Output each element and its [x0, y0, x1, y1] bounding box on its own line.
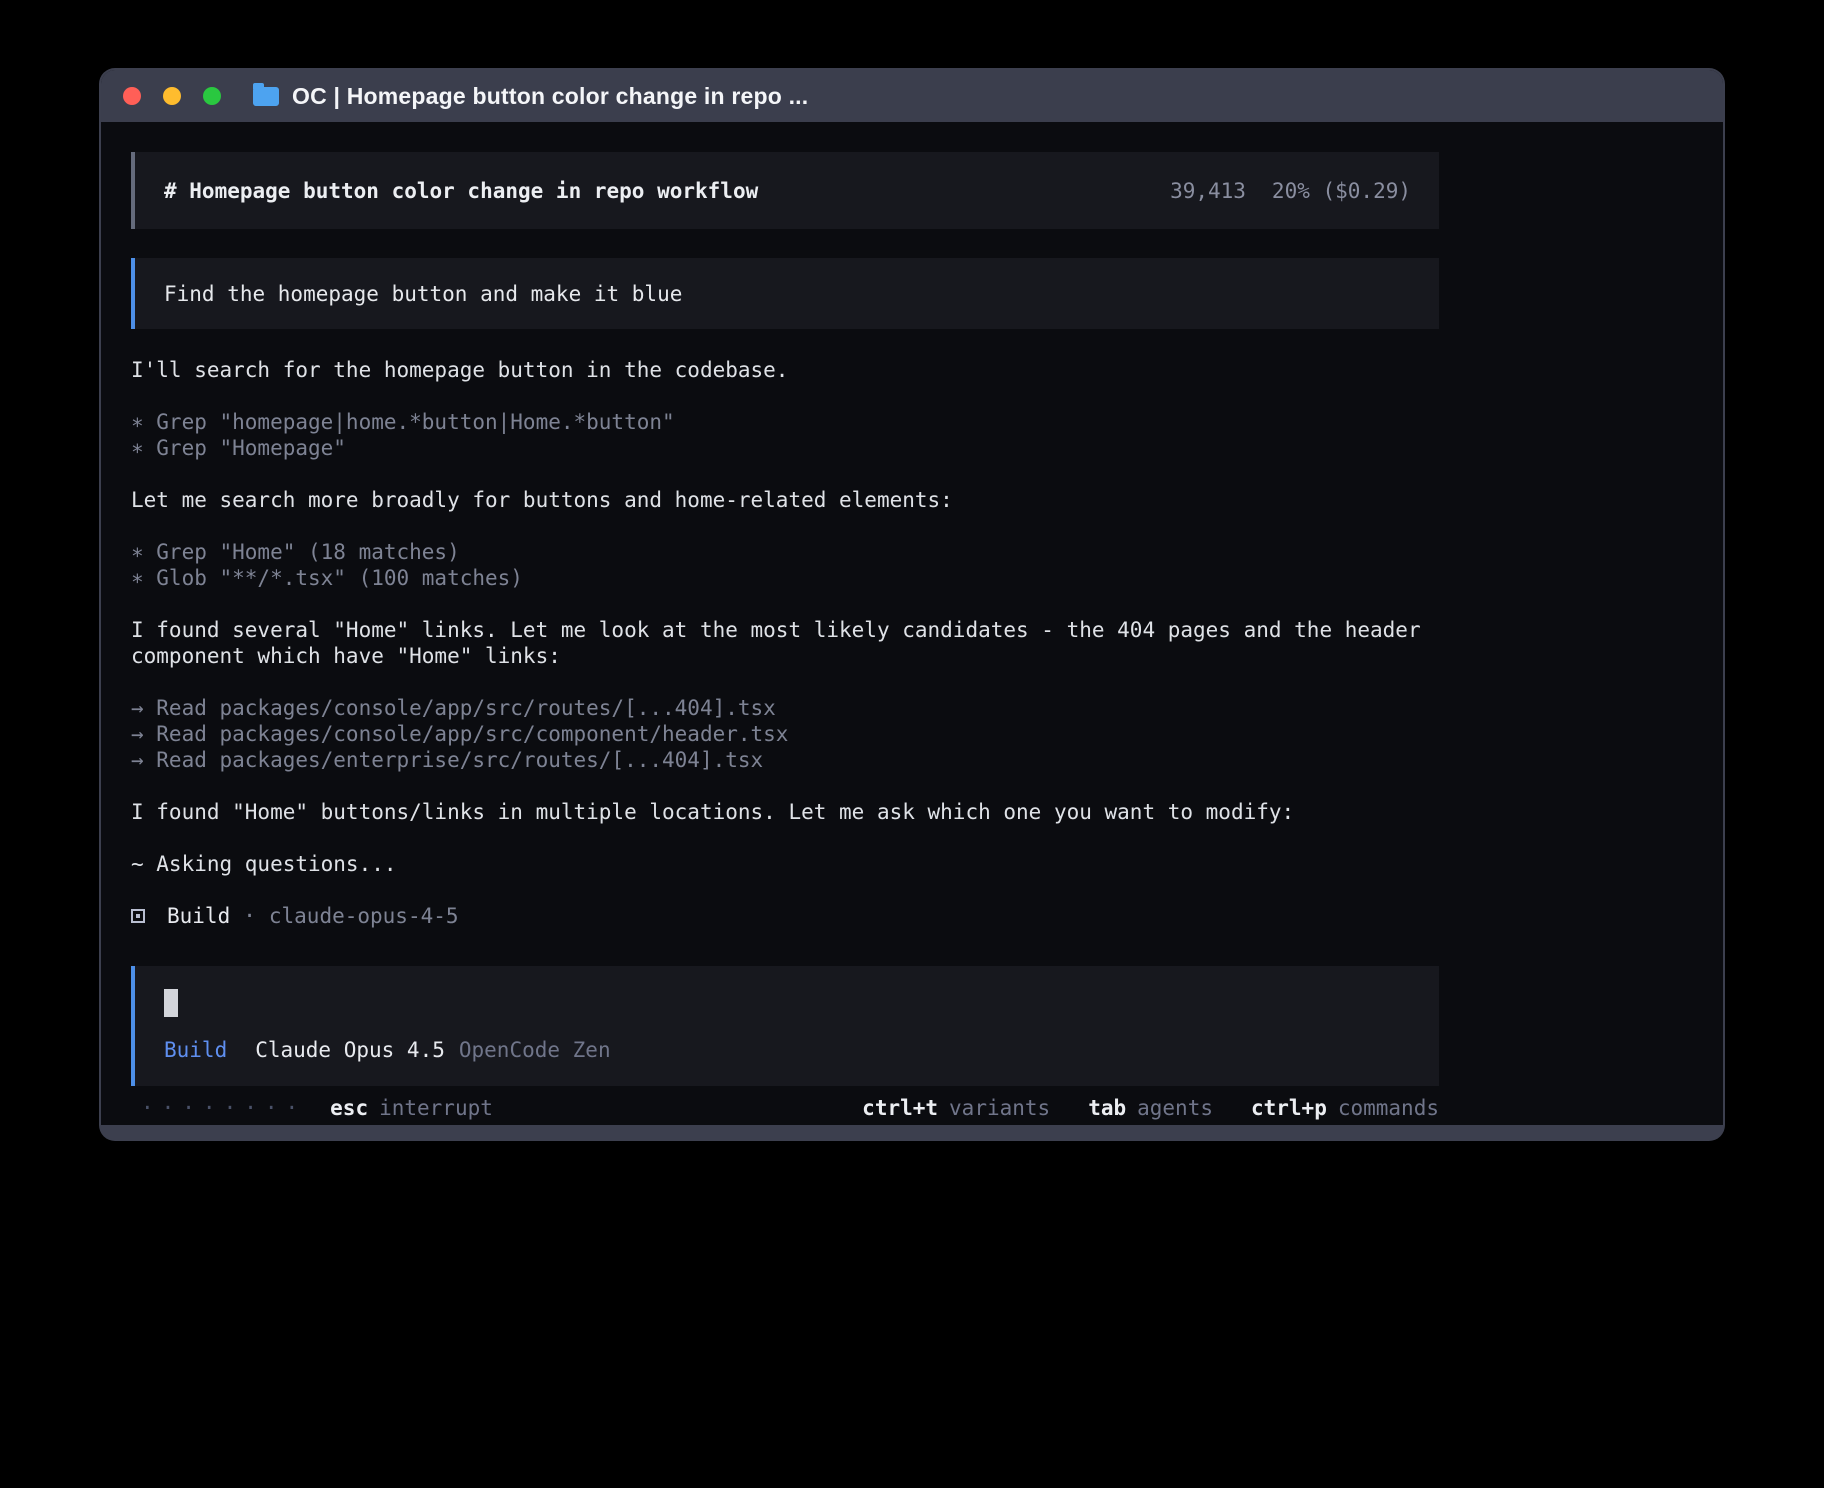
agent-model: claude-opus-4-5 — [269, 903, 459, 929]
ctrl-t-key: ctrl+t — [862, 1096, 938, 1120]
assistant-paragraph: I'll search for the homepage button in t… — [131, 357, 1439, 383]
tool-call-line: ∗ Grep "Homepage" — [131, 435, 1439, 461]
spinner-dots-icon: ········ — [141, 1096, 306, 1120]
read-line: → Read packages/console/app/src/componen… — [131, 721, 1439, 747]
terminal-window: OC | Homepage button color change in rep… — [99, 68, 1725, 1141]
variants-label: variants — [949, 1096, 1050, 1120]
hint-variants: ctrl+t variants — [862, 1096, 1050, 1120]
read-line: → Read packages/enterprise/src/routes/[.… — [131, 747, 1439, 773]
hint-interrupt: esc interrupt — [330, 1096, 493, 1120]
tool-call-group: ∗ Grep "Home" (18 matches) ∗ Glob "**/*.… — [131, 539, 1439, 591]
tool-call-line: ∗ Grep "homepage|home.*button|Home.*butt… — [131, 409, 1439, 435]
folder-icon — [253, 87, 279, 106]
terminal-body: # Homepage button color change in repo w… — [101, 122, 1723, 1125]
hint-agents: tab agents — [1088, 1096, 1213, 1120]
input-provider: OpenCode Zen — [459, 1038, 611, 1062]
assistant-paragraph: I found "Home" buttons/links in multiple… — [131, 799, 1439, 825]
context-usage: 20% ($0.29) — [1272, 179, 1411, 203]
read-group: → Read packages/console/app/src/routes/[… — [131, 695, 1439, 773]
status-bar: ········ esc interrupt ctrl+t variants t… — [131, 1086, 1439, 1120]
tool-call-line: ∗ Glob "**/*.tsx" (100 matches) — [131, 565, 1439, 591]
assistant-paragraph: I found several "Home" links. Let me loo… — [131, 617, 1439, 669]
input-panel[interactable]: Build Claude Opus 4.5 OpenCode Zen — [131, 966, 1439, 1086]
session-meta: 39,413 20% ($0.29) — [1170, 179, 1411, 203]
agent-name: Build — [167, 903, 230, 929]
text-cursor — [164, 989, 178, 1017]
input-model: Claude Opus 4.5 — [255, 1038, 445, 1062]
tab-key: tab — [1088, 1096, 1126, 1120]
session-header: # Homepage button color change in repo w… — [131, 152, 1439, 229]
window-title: OC | Homepage button color change in rep… — [292, 83, 808, 110]
esc-key: esc — [330, 1096, 368, 1120]
interrupt-label: interrupt — [379, 1096, 493, 1120]
conversation: I'll search for the homepage button in t… — [131, 357, 1439, 929]
assistant-paragraph: Let me search more broadly for buttons a… — [131, 487, 1439, 513]
tool-call-line: ∗ Grep "Home" (18 matches) — [131, 539, 1439, 565]
user-message-text: Find the homepage button and make it blu… — [164, 282, 682, 306]
asking-line: ~ Asking questions... — [131, 851, 1439, 877]
agents-label: agents — [1137, 1096, 1213, 1120]
input-agent: Build — [164, 1038, 227, 1062]
commands-label: commands — [1338, 1096, 1439, 1120]
ctrl-p-key: ctrl+p — [1251, 1096, 1327, 1120]
agent-status-line: Build · claude-opus-4-5 — [131, 903, 1439, 929]
agent-square-icon — [131, 909, 145, 923]
close-button[interactable] — [123, 87, 141, 105]
window-titlebar[interactable]: OC | Homepage button color change in rep… — [101, 70, 1723, 122]
read-line: → Read packages/console/app/src/routes/[… — [131, 695, 1439, 721]
user-message: Find the homepage button and make it blu… — [131, 258, 1439, 329]
minimize-button[interactable] — [163, 87, 181, 105]
tool-call-group: ∗ Grep "homepage|home.*button|Home.*butt… — [131, 409, 1439, 461]
session-title: # Homepage button color change in repo w… — [164, 179, 758, 203]
input-model-line: Build Claude Opus 4.5 OpenCode Zen — [164, 1038, 1411, 1062]
traffic-lights — [123, 87, 221, 105]
token-count: 39,413 — [1170, 179, 1246, 203]
hints-right: ctrl+t variants tab agents ctrl+p comman… — [862, 1096, 1439, 1120]
hint-commands: ctrl+p commands — [1251, 1096, 1439, 1120]
zoom-button[interactable] — [203, 87, 221, 105]
agent-separator: · — [243, 903, 256, 929]
